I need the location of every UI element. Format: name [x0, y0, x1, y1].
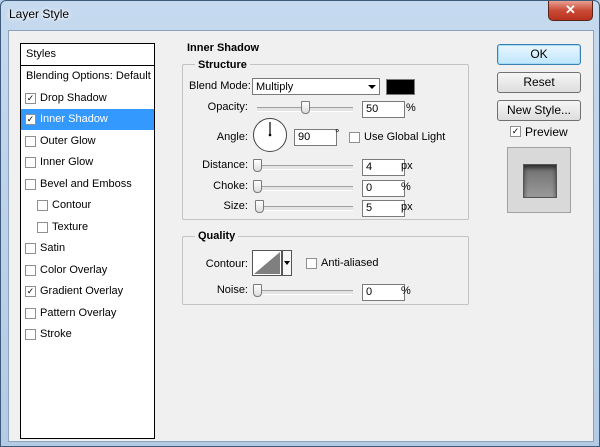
size-label: Size:: [223, 200, 248, 212]
opacity-slider-thumb[interactable]: [301, 101, 310, 114]
style-item-checkbox[interactable]: [25, 178, 36, 190]
style-item[interactable]: ✓ Gradient Overlay: [21, 281, 154, 302]
preview-label: Preview: [525, 125, 568, 139]
contour-picker[interactable]: [252, 250, 292, 276]
style-item-label: Contour: [52, 199, 92, 211]
size-slider-track[interactable]: [257, 206, 353, 211]
choke-unit: %: [401, 181, 411, 193]
distance-input[interactable]: 4: [362, 159, 405, 176]
structure-title: Structure: [195, 59, 250, 71]
style-item-checkbox[interactable]: [25, 264, 36, 276]
style-item-label: Blending Options: Default: [26, 70, 151, 82]
preview-swatch: [523, 164, 557, 198]
choke-label: Choke:: [213, 180, 248, 192]
style-item[interactable]: Satin: [21, 238, 154, 259]
style-item[interactable]: Blending Options: Default: [21, 66, 154, 87]
style-item-label: Color Overlay: [40, 263, 108, 276]
style-item[interactable]: ✓ Inner Shadow: [21, 109, 154, 130]
style-item-label: Inner Glow: [40, 156, 94, 168]
style-item[interactable]: Bevel and Emboss: [21, 174, 154, 195]
ok-button[interactable]: OK: [497, 44, 581, 65]
use-global-light-box[interactable]: [349, 132, 360, 143]
anti-aliased-box[interactable]: [306, 258, 317, 269]
size-input[interactable]: 5: [362, 200, 405, 217]
new-style-button[interactable]: New Style...: [497, 100, 581, 121]
quality-title: Quality: [195, 230, 239, 242]
use-global-light-label: Use Global Light: [364, 131, 446, 143]
style-item-label: Satin: [40, 242, 66, 254]
style-item-checkbox[interactable]: ✓: [25, 286, 36, 297]
angle-unit: °: [335, 128, 340, 140]
style-item[interactable]: Pattern Overlay: [21, 303, 154, 324]
style-item[interactable]: ✓ Drop Shadow: [21, 88, 154, 109]
style-item-label: Outer Glow: [40, 134, 96, 147]
shadow-color-swatch[interactable]: [386, 79, 415, 95]
inner-shadow-title: Inner Shadow: [185, 42, 262, 54]
chevron-down-icon: [368, 85, 376, 89]
window-title: Layer Style: [9, 7, 70, 21]
anti-aliased-label: Anti-aliased: [321, 257, 379, 269]
style-item-checkbox[interactable]: [25, 307, 36, 319]
style-item-checkbox[interactable]: [25, 243, 36, 254]
choke-input[interactable]: 0: [362, 180, 405, 197]
style-item-label: Gradient Overlay: [40, 285, 124, 297]
angle-label: Angle:: [216, 131, 248, 143]
opacity-input[interactable]: 50: [362, 101, 405, 118]
layer-style-dialog: Layer Style ✕ Styles Blending Options: D…: [0, 0, 600, 447]
opacity-label: Opacity:: [207, 101, 248, 113]
noise-label: Noise:: [216, 284, 248, 296]
reset-button[interactable]: Reset: [497, 72, 581, 93]
noise-input[interactable]: 0: [362, 284, 405, 301]
choke-slider-track[interactable]: [257, 186, 353, 191]
close-icon: ✕: [565, 2, 576, 17]
close-button[interactable]: ✕: [548, 1, 593, 21]
noise-slider-track[interactable]: [257, 290, 353, 295]
style-item[interactable]: Color Overlay: [21, 260, 154, 281]
distance-slider-track[interactable]: [257, 165, 353, 170]
styles-header-label: Styles: [26, 48, 56, 60]
size-slider-thumb[interactable]: [254, 200, 264, 213]
preview-box[interactable]: ✓: [510, 126, 521, 137]
styles-header[interactable]: Styles: [21, 44, 154, 66]
choke-slider-thumb[interactable]: [253, 180, 262, 193]
noise-unit: %: [401, 285, 411, 297]
noise-slider-thumb[interactable]: [253, 284, 262, 297]
style-item-label: Pattern Overlay: [40, 306, 117, 319]
style-item-checkbox[interactable]: [37, 221, 48, 233]
style-item[interactable]: Contour: [21, 195, 154, 216]
style-item[interactable]: Stroke: [21, 324, 154, 345]
distance-label: Distance:: [202, 159, 248, 171]
style-item[interactable]: Texture: [21, 217, 154, 238]
size-unit: px: [401, 201, 413, 213]
distance-unit: px: [401, 160, 413, 172]
style-item-checkbox[interactable]: [37, 200, 48, 211]
preview-thumbnail: [507, 147, 571, 213]
blend-mode-value: Multiply: [256, 81, 294, 93]
style-item[interactable]: Outer Glow: [21, 131, 154, 152]
angle-dial[interactable]: [252, 117, 288, 153]
style-item-label: Drop Shadow: [40, 91, 107, 104]
opacity-unit: %: [406, 102, 416, 114]
style-item-label: Texture: [52, 220, 89, 233]
style-item-checkbox[interactable]: ✓: [25, 114, 36, 125]
style-item-label: Inner Shadow: [40, 113, 108, 125]
contour-curve-icon: [252, 250, 292, 276]
style-item-checkbox[interactable]: [25, 157, 36, 168]
style-item-checkbox[interactable]: ✓: [25, 92, 36, 104]
styles-list: Styles Blending Options: Default ✓ Drop Sh…: [20, 43, 155, 439]
contour-label: Contour:: [205, 258, 248, 270]
angle-input[interactable]: 90: [294, 129, 337, 146]
style-item-checkbox[interactable]: [25, 329, 36, 340]
style-item[interactable]: Inner Glow: [21, 152, 154, 173]
style-item-label: Stroke: [40, 328, 72, 340]
style-item-checkbox[interactable]: [25, 135, 36, 147]
style-item-label: Bevel and Emboss: [40, 177, 132, 190]
distance-slider-thumb[interactable]: [253, 159, 262, 172]
blend-mode-select[interactable]: Multiply: [252, 78, 380, 95]
blend-mode-label: Blend Mode:: [189, 80, 251, 92]
dialog-body: Styles Blending Options: Default ✓ Drop Sh…: [8, 30, 594, 442]
